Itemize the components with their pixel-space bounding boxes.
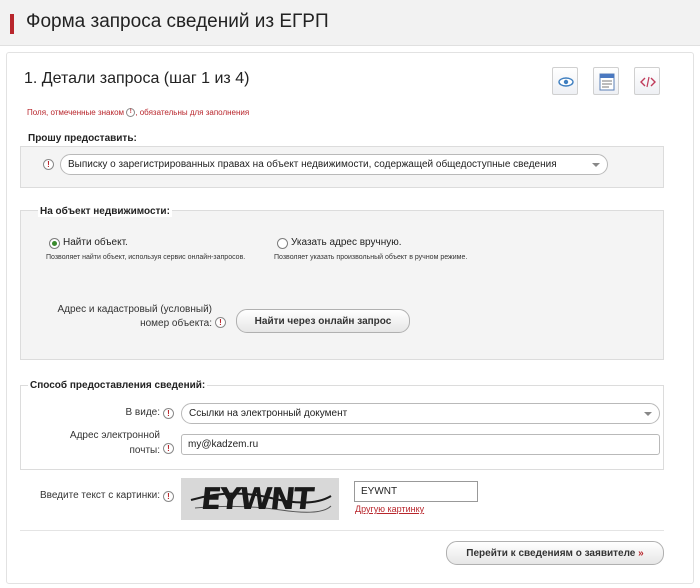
email-input[interactable]: my@kadzem.ru	[181, 434, 660, 455]
captcha-image: EYWNT	[181, 478, 339, 520]
footer-divider	[20, 530, 664, 531]
required-note-text-after: , обязательны для заполнения	[135, 108, 250, 117]
online-search-button[interactable]: Найти через онлайн запрос	[236, 309, 410, 333]
next-step-button[interactable]: Перейти к сведениям о заявителе »	[446, 541, 664, 565]
page-header: Форма запроса сведений из ЕГРП	[0, 0, 700, 46]
document-button[interactable]	[593, 67, 619, 95]
other-captcha-link[interactable]: Другую картинку	[355, 504, 424, 514]
radio-find-object-label[interactable]: Найти объект.	[63, 237, 128, 248]
address-label-line2: номер объекта:	[140, 318, 212, 329]
radio-find-object[interactable]	[49, 238, 60, 249]
delivery-section-label: Способ предоставления сведений:	[28, 380, 208, 391]
form-required-icon: !	[163, 408, 174, 419]
required-marker-icon: !	[126, 108, 136, 118]
delivery-form-select[interactable]: Ссылки на электронный документ	[181, 403, 660, 424]
captcha-required-icon: !	[163, 491, 174, 502]
email-label-line2: почты:	[129, 445, 160, 456]
eye-icon	[558, 77, 574, 87]
captcha-input[interactable]: EYWNT	[354, 481, 478, 502]
document-icon	[599, 73, 615, 91]
captcha-label: Введите текст с картинки:	[39, 490, 160, 501]
form-label: В виде:	[125, 407, 160, 418]
radio-manual-address-label[interactable]: Указать адрес вручную.	[291, 237, 402, 248]
page-title: Форма запроса сведений из ЕГРП	[26, 11, 329, 32]
provide-select-value: Выписку о зарегистрированных правах на о…	[68, 159, 557, 170]
header-accent-bar	[10, 14, 14, 34]
radio-manual-address-desc: Позволяет указать произвольный объект в …	[274, 254, 468, 261]
next-step-button-label: Перейти к сведениям о заявителе	[466, 548, 636, 559]
provide-required-icon: !	[43, 159, 54, 170]
required-fields-note: Поля, отмеченные знаком !, обязательны д…	[27, 108, 250, 118]
address-required-icon: !	[215, 317, 226, 328]
required-note-text-before: Поля, отмеченные знаком	[27, 108, 125, 117]
code-button[interactable]	[634, 67, 660, 95]
delivery-form-select-value: Ссылки на электронный документ	[189, 408, 348, 419]
radio-find-object-desc: Позволяет найти объект, используя сервис…	[46, 254, 246, 261]
email-required-icon: !	[163, 443, 174, 454]
object-fieldset	[20, 210, 664, 360]
email-label-line1: Адрес электронной	[69, 430, 160, 441]
object-section-label: На объект недвижимости:	[38, 206, 172, 217]
provide-select[interactable]: Выписку о зарегистрированных правах на о…	[60, 154, 608, 175]
provide-section-label: Прошу предоставить:	[28, 133, 137, 144]
chevron-down-icon	[592, 163, 600, 167]
delivery-fieldset	[20, 385, 664, 470]
view-button[interactable]	[552, 67, 578, 95]
address-label-line1: Адрес и кадастровый (условный)	[57, 304, 212, 315]
code-icon	[640, 76, 656, 88]
radio-manual-address[interactable]	[277, 238, 288, 249]
captcha-image-text: EYWNT	[199, 482, 314, 517]
double-chevron-right-icon: »	[638, 548, 644, 559]
chevron-down-icon	[644, 412, 652, 416]
step-title: 1. Детали запроса (шаг 1 из 4)	[24, 70, 250, 87]
